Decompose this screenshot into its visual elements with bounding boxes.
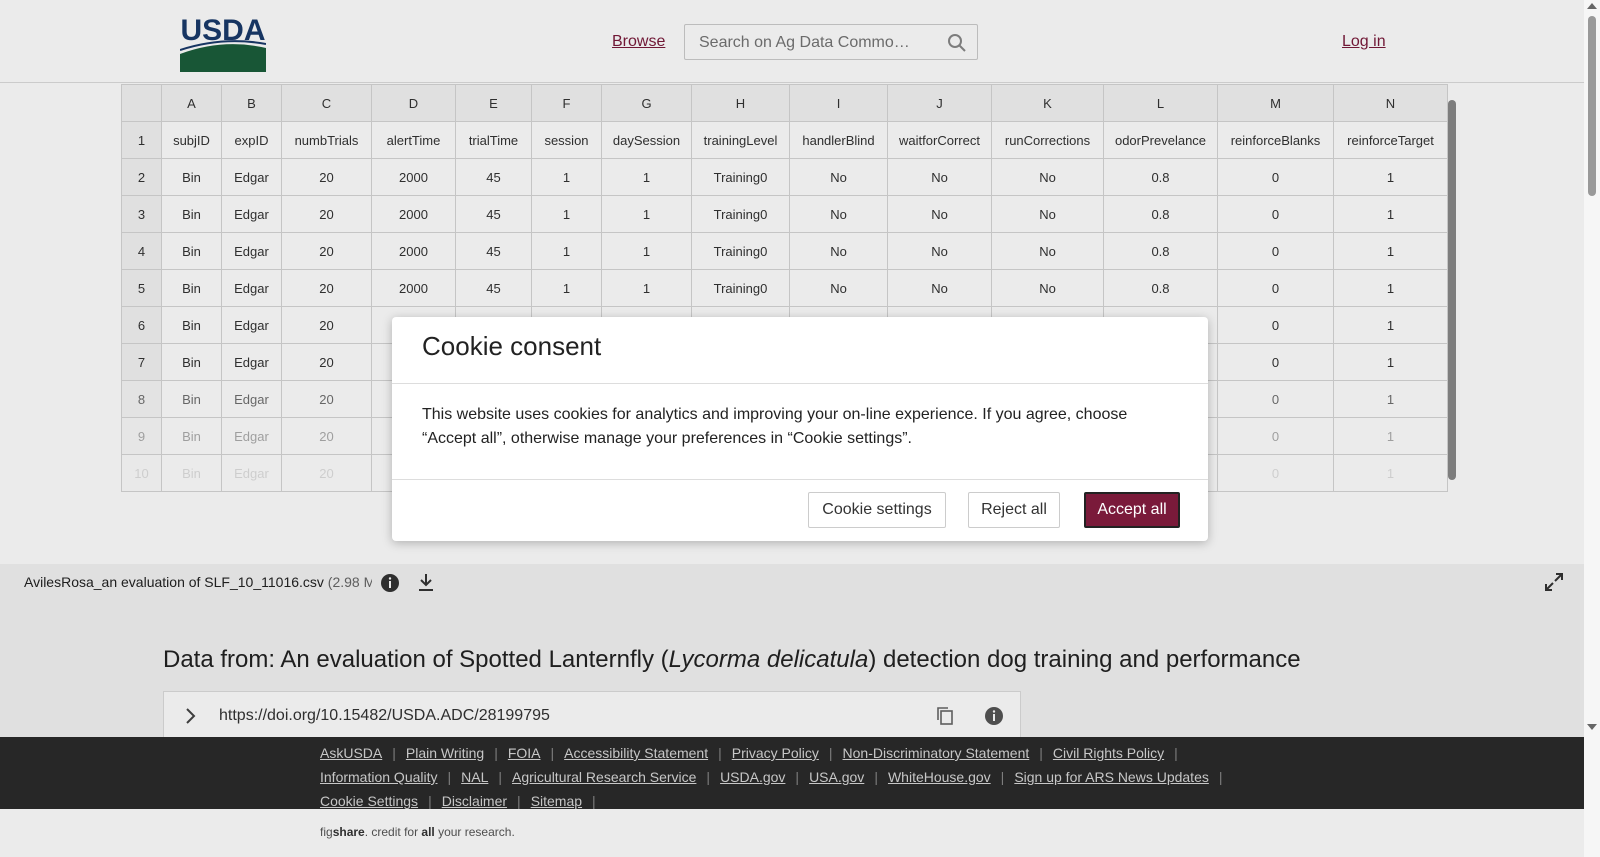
reject-all-button[interactable]: Reject all (968, 492, 1060, 528)
scroll-up-icon[interactable] (1587, 3, 1597, 9)
page-scrollbar-thumb[interactable] (1588, 16, 1596, 196)
scroll-down-icon[interactable] (1587, 724, 1597, 730)
divider (392, 479, 1208, 480)
cookie-dialog-title: Cookie consent (422, 331, 602, 361)
cookie-settings-button[interactable]: Cookie settings (808, 492, 946, 528)
page-scrollbar[interactable] (1584, 0, 1600, 857)
cookie-consent-dialog: Cookie consent This website uses cookies… (392, 317, 1208, 541)
accept-all-button[interactable]: Accept all (1084, 492, 1180, 528)
divider (392, 383, 1208, 384)
cookie-dialog-body: This website uses cookies for analytics … (422, 406, 1128, 447)
